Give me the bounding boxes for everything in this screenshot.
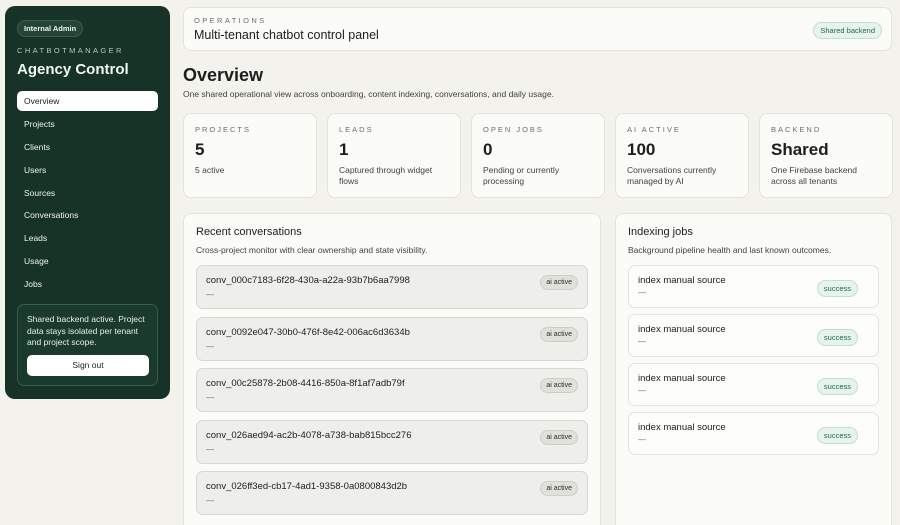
conversation-id: conv_026ff3ed-cb17-4ad1-9358-0a0800843d2… <box>206 481 408 492</box>
conversation-id: conv_0092e047-30b0-476f-8e42-006ac6d3634… <box>206 326 410 338</box>
stat-note: Captured through widget flows <box>339 165 433 186</box>
stat-card-open-jobs: OPEN JOBS 0 Pending or currently process… <box>471 113 605 198</box>
conversation-detail: — <box>206 496 214 505</box>
conversation-detail: — <box>206 341 214 351</box>
backend-status-card: Shared backend active. Project data stay… <box>17 304 158 386</box>
conversation-list: conv_000c7183-6f28-430a-a22a-93b7b6aa799… <box>196 265 588 515</box>
stat-note: 5 active <box>195 165 225 175</box>
conversation-row[interactable]: conv_000c7183-6f28-430a-a22a-93b7b6aa799… <box>196 265 588 309</box>
sidebar-item-overview[interactable]: Overview <box>17 91 158 111</box>
sidebar-nav: Overview Projects Clients Users Sources … <box>17 91 158 294</box>
conversation-row[interactable]: conv_026aed94-ac2b-4078-a738-bab815bcc27… <box>196 419 588 464</box>
status-badge: ai active <box>540 378 578 393</box>
indexing-jobs-panel: Indexing jobs Background pipeline health… <box>615 213 892 525</box>
conversation-row[interactable]: conv_00c25878-2b08-4416-850a-8f1af7adb79… <box>196 368 588 412</box>
stat-value: 0 <box>483 140 493 159</box>
conversation-id: conv_026aed94-ac2b-4078-a738-bab815bcc27… <box>206 429 412 441</box>
status-badge: ai active <box>540 326 578 342</box>
brand-title: Agency Control <box>17 61 129 78</box>
conversation-id: conv_000c7183-6f28-430a-a22a-93b7b6aa799… <box>206 275 410 286</box>
panel-title: Recent conversations <box>196 226 302 238</box>
internal-admin-badge: Internal Admin <box>17 20 84 37</box>
sidebar: Internal Admin CHATBOTMANAGER Agency Con… <box>5 6 170 399</box>
page-title: Overview <box>183 65 264 85</box>
job-row[interactable]: index manual source — success <box>628 412 879 455</box>
page-header: OPERATIONS Multi-tenant chatbot control … <box>183 7 892 51</box>
job-row[interactable]: index manual source — success <box>628 363 879 406</box>
stat-value: 100 <box>627 140 656 159</box>
job-list: index manual source — success index manu… <box>628 265 879 455</box>
stat-card-ai-active: AI ACTIVE 100 Conversations currently ma… <box>615 113 749 198</box>
backend-status-text: Shared backend active. Project data stay… <box>27 314 145 347</box>
stat-label: BACKEND <box>771 125 822 134</box>
stat-value: 5 <box>195 140 205 159</box>
panel-subtitle: Background pipeline health and last know… <box>628 245 832 255</box>
stat-label: LEADS <box>339 125 374 134</box>
status-badge: success <box>816 329 858 346</box>
stat-card-projects: PROJECTS 5 5 active <box>183 113 317 198</box>
conversation-detail: — <box>206 290 214 299</box>
stat-value: 1 <box>339 140 349 159</box>
conversation-row[interactable]: conv_0092e047-30b0-476f-8e42-006ac6d3634… <box>196 316 588 361</box>
sidebar-item-usage[interactable]: Usage <box>17 251 158 271</box>
job-row[interactable]: index manual source — success <box>628 265 879 308</box>
stat-label: PROJECTS <box>195 125 252 134</box>
stat-label: AI ACTIVE <box>627 125 681 134</box>
conversation-detail: — <box>206 444 214 454</box>
stats-row: PROJECTS 5 5 active LEADS 1 Captured thr… <box>183 113 893 198</box>
stat-note: Pending or currently processing <box>483 165 560 186</box>
sidebar-item-jobs[interactable]: Jobs <box>17 274 158 294</box>
sidebar-item-projects[interactable]: Projects <box>17 114 158 134</box>
header-title: Multi-tenant chatbot control panel <box>194 28 379 42</box>
status-badge: ai active <box>540 275 578 290</box>
page-subtitle: One shared operational view across onboa… <box>183 89 554 99</box>
sidebar-item-users[interactable]: Users <box>17 160 158 180</box>
stat-label: OPEN JOBS <box>483 125 544 134</box>
header-eyebrow: OPERATIONS <box>194 16 267 25</box>
status-badge: success <box>816 280 858 297</box>
status-badge: success <box>816 378 858 395</box>
stat-note: Conversations currently managed by AI <box>627 165 717 186</box>
conversation-row[interactable]: conv_026ff3ed-cb17-4ad1-9358-0a0800843d2… <box>196 471 588 515</box>
recent-conversations-panel: Recent conversations Cross-project monit… <box>183 213 601 525</box>
stat-note: One Firebase backend across all tenants <box>771 165 857 186</box>
sidebar-item-clients[interactable]: Clients <box>17 137 158 157</box>
panel-subtitle: Cross-project monitor with clear ownersh… <box>196 245 428 255</box>
stat-card-backend: BACKEND Shared One Firebase backend acro… <box>759 113 893 198</box>
stat-card-leads: LEADS 1 Captured through widget flows <box>327 113 461 198</box>
conversation-detail: — <box>206 393 214 402</box>
status-badge: success <box>816 427 858 444</box>
sidebar-item-sources[interactable]: Sources <box>17 183 158 203</box>
panel-title: Indexing jobs <box>628 226 693 238</box>
status-badge: ai active <box>540 429 578 445</box>
shared-backend-badge: Shared backend <box>813 22 882 39</box>
sign-out-button[interactable]: Sign out <box>27 354 149 376</box>
conversation-id: conv_00c25878-2b08-4416-850a-8f1af7adb79… <box>206 378 405 389</box>
status-badge: ai active <box>540 481 578 496</box>
sidebar-item-conversations[interactable]: Conversations <box>17 205 158 225</box>
job-row[interactable]: index manual source — success <box>628 314 879 357</box>
brand-eyebrow: CHATBOTMANAGER <box>17 46 124 55</box>
sidebar-item-leads[interactable]: Leads <box>17 228 158 248</box>
stat-value: Shared <box>771 140 829 159</box>
